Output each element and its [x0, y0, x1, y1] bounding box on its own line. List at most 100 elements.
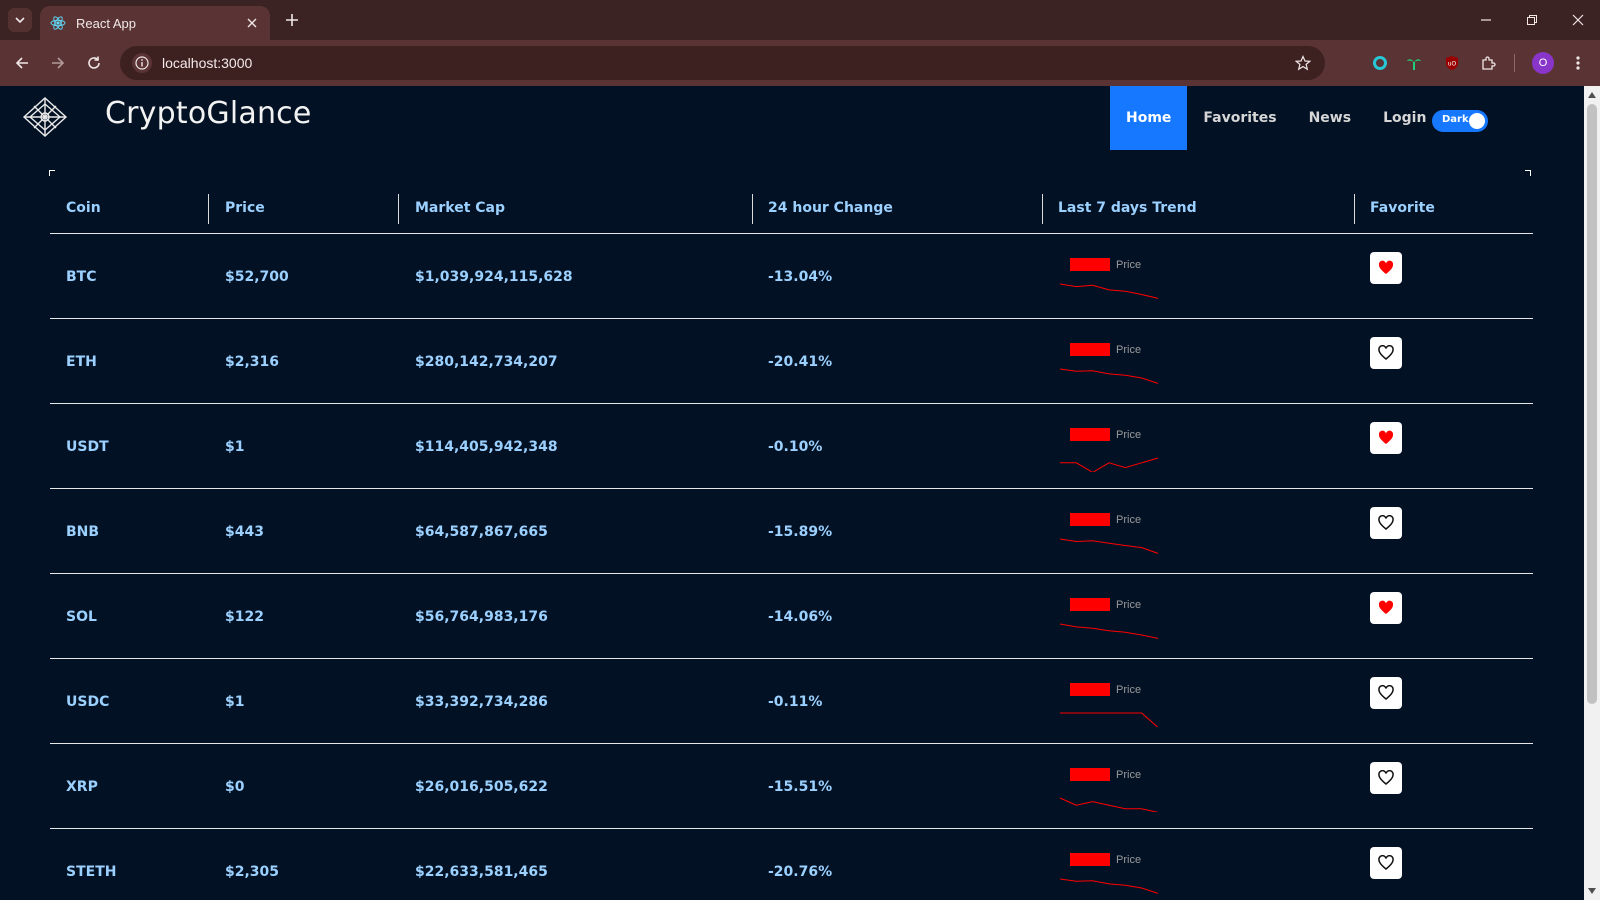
- header-24h-change[interactable]: 24 hour Change: [768, 182, 893, 234]
- minimize-button[interactable]: [1474, 8, 1498, 32]
- tab-search-button[interactable]: [8, 8, 32, 32]
- close-window-button[interactable]: [1566, 8, 1590, 32]
- ublock-shield-icon[interactable]: uO: [1442, 53, 1462, 73]
- nav-favorites[interactable]: Favorites: [1187, 86, 1292, 150]
- coin-symbol[interactable]: USDT: [66, 404, 109, 489]
- coin-price: $443: [225, 523, 264, 540]
- favorite-button[interactable]: [1370, 847, 1402, 879]
- favorite-button[interactable]: [1370, 677, 1402, 709]
- new-tab-button[interactable]: [282, 10, 302, 30]
- favorite-button[interactable]: [1370, 337, 1402, 369]
- trend-legend-label: Price: [1116, 429, 1141, 441]
- header-divider: [1042, 194, 1043, 224]
- bookmark-star-icon[interactable]: [1293, 53, 1313, 73]
- trend-sparkline: Price: [1059, 513, 1159, 554]
- coin-price: $1: [225, 693, 245, 710]
- header-trend[interactable]: Last 7 days Trend: [1058, 182, 1197, 234]
- heart-filled-icon: [1378, 600, 1394, 614]
- scroll-thumb[interactable]: [1587, 104, 1597, 704]
- coin-symbol[interactable]: USDC: [66, 659, 109, 744]
- trend-sparkline: Price: [1060, 683, 1159, 727]
- trend-legend-label: Price: [1116, 514, 1141, 526]
- chevron-down-icon: [15, 17, 25, 24]
- coin-market-cap: $56,764,983,176: [415, 608, 548, 625]
- trend-legend-swatch: [1070, 853, 1110, 866]
- favorite-button[interactable]: [1370, 252, 1402, 284]
- nav-login[interactable]: Login: [1367, 86, 1442, 150]
- brand-title[interactable]: CryptoGlance: [105, 96, 312, 131]
- favorite-button[interactable]: [1370, 592, 1402, 624]
- back-button[interactable]: [10, 51, 34, 75]
- trend-sparkline: Price: [1059, 768, 1159, 812]
- coin-symbol[interactable]: STETH: [66, 829, 116, 900]
- header-divider: [208, 194, 209, 224]
- table-row[interactable]: XRP $0 $26,016,505,622 -15.51% Price: [50, 744, 1533, 829]
- favorite-button[interactable]: [1370, 762, 1402, 794]
- site-info-icon[interactable]: [132, 53, 152, 73]
- trend-legend-label: Price: [1116, 684, 1141, 696]
- restore-button[interactable]: [1520, 8, 1544, 32]
- extension-ring-icon[interactable]: [1370, 53, 1390, 73]
- trend-legend-swatch: [1070, 683, 1110, 696]
- theme-toggle[interactable]: Dark: [1432, 110, 1488, 132]
- coin-24h-change: -15.51%: [768, 778, 833, 795]
- url-text[interactable]: localhost:3000: [162, 55, 252, 71]
- extension-palm-icon[interactable]: [1404, 53, 1424, 73]
- table-row[interactable]: ETH $2,316 $280,142,734,207 -20.41% Pric…: [50, 319, 1533, 404]
- favorite-button[interactable]: [1370, 422, 1402, 454]
- header-coin[interactable]: Coin: [66, 182, 101, 234]
- address-bar[interactable]: localhost:3000: [120, 46, 1325, 80]
- heart-outline-icon: [1378, 345, 1394, 360]
- arrow-right-icon: [52, 57, 65, 69]
- header-favorite[interactable]: Favorite: [1370, 182, 1435, 234]
- trend-line: [1059, 538, 1159, 554]
- coin-24h-change: -14.06%: [768, 608, 833, 625]
- close-tab-icon[interactable]: [244, 15, 260, 31]
- profile-avatar[interactable]: O: [1532, 52, 1554, 74]
- trend-line: [1059, 878, 1159, 894]
- page-scrollbar[interactable]: [1584, 86, 1600, 900]
- trend-line: [1060, 712, 1159, 727]
- table-row[interactable]: USDC $1 $33,392,734,286 -0.11% Price: [50, 659, 1533, 744]
- trend-legend-label: Price: [1116, 344, 1141, 356]
- heart-filled-icon: [1378, 430, 1394, 444]
- coin-symbol[interactable]: SOL: [66, 574, 97, 659]
- coin-symbol[interactable]: XRP: [66, 744, 98, 829]
- reload-button[interactable]: [82, 51, 106, 75]
- coin-price: $0: [225, 778, 245, 795]
- extensions-puzzle-icon[interactable]: [1478, 53, 1498, 73]
- table-row[interactable]: BTC $52,700 $1,039,924,115,628 -13.04% P…: [50, 234, 1533, 319]
- scroll-up-icon[interactable]: [1587, 90, 1597, 100]
- plus-icon: [286, 14, 298, 26]
- coin-market-cap: $1,039,924,115,628: [415, 268, 573, 285]
- arrow-left-icon: [15, 57, 28, 69]
- nav-news[interactable]: News: [1293, 86, 1367, 150]
- browser-menu-icon[interactable]: [1568, 53, 1588, 73]
- forward-button[interactable]: [46, 51, 70, 75]
- heart-outline-icon: [1378, 515, 1394, 530]
- nav-home[interactable]: Home: [1110, 86, 1188, 150]
- coin-market-cap: $22,633,581,465: [415, 863, 548, 880]
- table-row[interactable]: USDT $1 $114,405,942,348 -0.10% Price: [50, 404, 1533, 489]
- table-body: BTC $52,700 $1,039,924,115,628 -13.04% P…: [50, 234, 1533, 900]
- header-price[interactable]: Price: [225, 182, 265, 234]
- browser-tab[interactable]: React App: [40, 6, 270, 40]
- table-row[interactable]: BNB $443 $64,587,867,665 -15.89% Price: [50, 489, 1533, 574]
- header-market-cap[interactable]: Market Cap: [415, 182, 505, 234]
- trend-sparkline: Price: [1059, 258, 1159, 299]
- trend-sparkline: Price: [1059, 598, 1159, 639]
- table-corner-mark: [1525, 170, 1531, 176]
- table-row[interactable]: STETH $2,305 $22,633,581,465 -20.76% Pri…: [50, 829, 1533, 900]
- scroll-down-icon[interactable]: [1587, 886, 1597, 896]
- coin-market-cap: $64,587,867,665: [415, 523, 548, 540]
- favorite-button[interactable]: [1370, 507, 1402, 539]
- coin-symbol[interactable]: BNB: [66, 489, 99, 574]
- trend-sparkline: Price: [1060, 428, 1159, 472]
- table-row[interactable]: SOL $122 $56,764,983,176 -14.06% Price: [50, 574, 1533, 659]
- trend-legend-swatch: [1070, 258, 1110, 271]
- coin-24h-change: -20.41%: [768, 353, 833, 370]
- coin-symbol[interactable]: BTC: [66, 234, 97, 319]
- coin-symbol[interactable]: ETH: [66, 319, 97, 404]
- app-page: CryptoGlance Home Favorites News Login D…: [0, 86, 1584, 900]
- trend-legend-label: Price: [1116, 854, 1141, 866]
